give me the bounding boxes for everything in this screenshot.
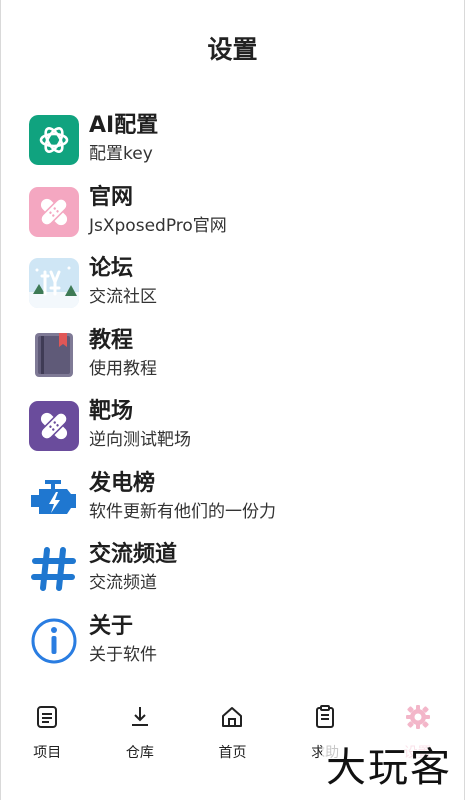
- chatgpt-icon: [29, 115, 79, 165]
- document-icon: [34, 704, 60, 730]
- settings-item-sponsors[interactable]: 发电榜 软件更新有他们的一份力: [29, 469, 444, 541]
- settings-item-tutorial[interactable]: 教程 使用教程: [29, 326, 444, 398]
- item-title: 交流频道: [89, 542, 178, 567]
- forum-winter-icon: [29, 258, 79, 308]
- page-title: 设置: [207, 35, 258, 64]
- item-title: 教程: [89, 327, 134, 353]
- item-subtitle: 软件更新有他们的一份力: [89, 501, 276, 522]
- nav-repository[interactable]: 仓库: [94, 690, 187, 800]
- crossed-bandage-purple-icon: [29, 401, 79, 451]
- item-title: 官网: [89, 184, 134, 210]
- item-title: 靶场: [89, 399, 134, 424]
- item-subtitle: JsXposedPro官网: [89, 215, 227, 236]
- settings-item-range[interactable]: 靶场 逆向测试靶场: [29, 397, 444, 469]
- gear-icon: [405, 704, 431, 730]
- watermark: 大玩客: [322, 744, 456, 792]
- item-title: 论坛: [89, 256, 134, 281]
- hashtag-icon: [29, 544, 79, 594]
- nav-projects[interactable]: 项目: [1, 690, 94, 800]
- settings-list: AI配置 配置key 官网 JsXposedPro官网 论坛 交流社区 教程 使…: [29, 111, 444, 683]
- item-subtitle: 配置key: [89, 144, 153, 164]
- book-icon: [29, 330, 79, 380]
- item-subtitle: 使用教程: [89, 358, 157, 379]
- settings-item-ai-config[interactable]: AI配置 配置key: [29, 111, 444, 183]
- settings-screen: 设置 AI配置 配置key 官网 JsXposedPro官网 论坛 交流社区 教…: [0, 0, 465, 800]
- item-title: 发电榜: [89, 470, 156, 496]
- settings-item-forum[interactable]: 论坛 交流社区: [29, 254, 444, 326]
- settings-item-website[interactable]: 官网 JsXposedPro官网: [29, 183, 444, 255]
- nav-label: 仓库: [125, 745, 154, 761]
- settings-item-channel[interactable]: 交流频道 交流频道: [29, 540, 444, 612]
- item-subtitle: 逆向测试靶场: [89, 430, 191, 450]
- nav-home[interactable]: 首页: [186, 690, 279, 800]
- clipboard-icon: [312, 704, 338, 730]
- engine-icon: [29, 473, 79, 523]
- nav-label: 首页: [218, 745, 247, 761]
- item-subtitle: 关于软件: [89, 644, 157, 665]
- download-icon: [127, 704, 153, 730]
- item-title: 关于: [89, 613, 134, 639]
- nav-label: 项目: [33, 745, 62, 761]
- item-subtitle: 交流社区: [89, 287, 157, 307]
- crossed-bandage-pink-icon: [29, 186, 79, 237]
- info-icon: [29, 616, 79, 666]
- item-title: AI配置: [89, 113, 159, 138]
- settings-item-about[interactable]: 关于 关于软件: [29, 612, 444, 684]
- home-icon: [219, 704, 245, 730]
- item-subtitle: 交流频道: [89, 573, 157, 593]
